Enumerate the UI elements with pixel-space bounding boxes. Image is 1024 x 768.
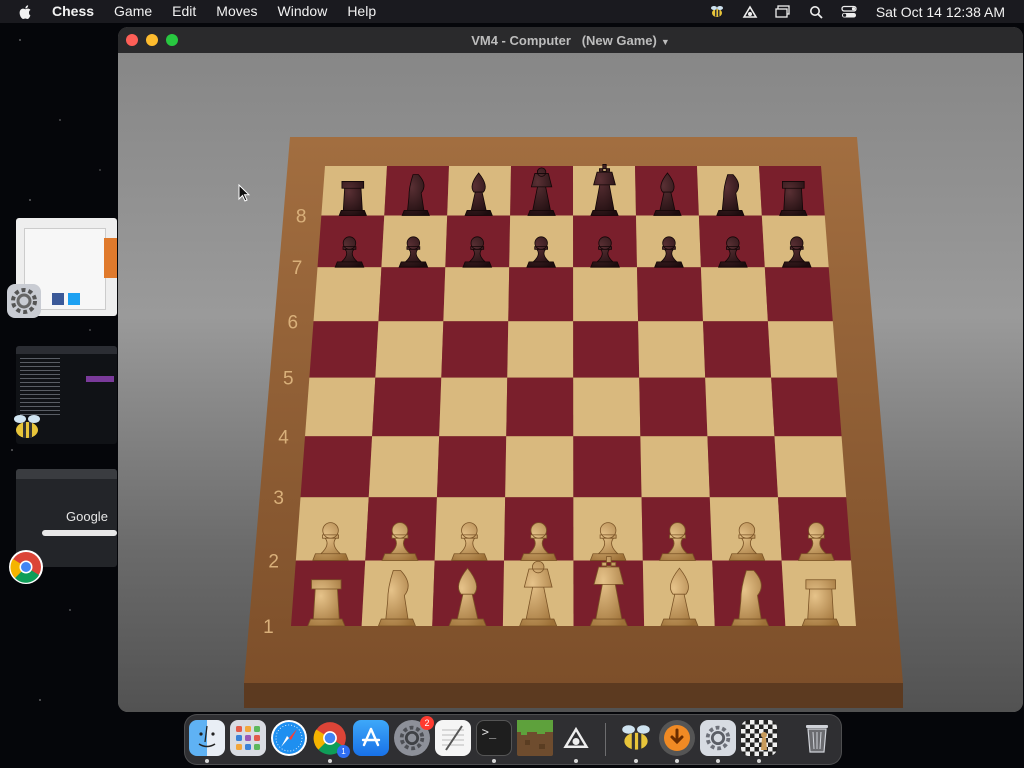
bee-icon[interactable] [618,720,654,756]
chrome-update-badge: 1 [337,745,350,758]
chevron-down-icon: ▼ [660,36,670,47]
download-icon[interactable] [659,720,695,756]
menu-game[interactable]: Game [114,0,152,23]
board-square-c5[interactable] [441,321,509,378]
dock-running-indicator [574,759,578,763]
chess-icon[interactable] [741,720,777,756]
minecraft-icon[interactable] [517,720,553,756]
board-square-c3[interactable] [436,436,507,498]
board-file-label: H [118,53,125,58]
board-rank-label: 7 [292,258,303,279]
gear-icon[interactable] [700,720,736,756]
settings-notification-badge: 2 [420,716,434,730]
board-square-h5[interactable] [767,321,838,378]
chrome-icon[interactable]: 1 [312,720,350,758]
board-square-c4[interactable] [439,377,508,437]
board-square-f4[interactable] [639,377,708,437]
menu-help[interactable]: Help [347,0,376,23]
board-square-d4[interactable] [506,377,574,437]
minimize-button[interactable] [146,34,158,46]
board-square-b3[interactable] [368,436,440,498]
app-store-icon[interactable] [353,720,389,756]
board-square-g5[interactable] [702,321,772,378]
board-square-e6[interactable] [573,267,639,322]
apple-icon[interactable] [18,4,34,20]
gear-icon[interactable]: 2 [394,716,434,756]
board-square-d3[interactable] [505,436,574,498]
menu-moves[interactable]: Moves [216,0,257,23]
menu-bar: Chess Game Edit Moves Window Help Sat Oc… [0,0,1024,23]
window-titlebar[interactable]: VM4 - Computer (New Game) ▼ [118,27,1023,53]
board-square-a4[interactable] [305,377,376,437]
vm-icon[interactable] [558,720,594,756]
board-rank-label: 8 [296,206,307,227]
control-center-icon[interactable] [841,5,857,19]
board-square-a6[interactable] [313,267,382,322]
board-square-b4[interactable] [372,377,442,437]
dock-running-indicator [492,759,496,763]
mouse-cursor-icon [238,184,250,202]
chess-window: VM4 - Computer (New Game) ▼ 8 7 6 5 4 3 … [118,27,1023,712]
menu-window[interactable]: Window [278,0,328,23]
board-square-c6[interactable] [443,267,510,322]
board-square-g4[interactable] [705,377,775,437]
trash-icon[interactable] [799,720,835,756]
board-frame-edge [244,683,903,708]
dock-running-indicator [634,759,638,763]
board-square-g6[interactable] [700,267,768,322]
chess-board[interactable]: ABCDEFGH87654321 [118,36,1023,712]
bee-icon[interactable] [709,5,725,19]
menu-clock[interactable]: Sat Oct 14 12:38 AM [876,4,1005,20]
board-square-e5[interactable] [573,321,640,378]
board-square-h4[interactable] [771,377,842,437]
board-square-e3[interactable] [573,436,642,498]
board-square-g3[interactable] [707,436,778,498]
dock-running-indicator [205,759,209,763]
finder-icon[interactable] [189,720,225,756]
launchpad-icon[interactable] [230,720,266,756]
dock-running-indicator [757,759,761,763]
board-square-e4[interactable] [573,377,641,437]
bee-icon[interactable] [10,410,44,444]
window-title-text: VM4 - Computer [471,32,571,48]
safari-icon[interactable] [271,720,307,756]
board-square-b5[interactable] [375,321,444,378]
board-square-a5[interactable] [309,321,379,378]
dock-running-indicator [675,759,679,763]
board-square-h6[interactable] [764,267,833,322]
board-square-f5[interactable] [638,321,706,378]
board-rank-label: 2 [268,551,279,572]
menu-edit[interactable]: Edit [172,0,196,23]
board-rank-label: 3 [273,488,284,509]
board-rank-label: 1 [263,617,274,638]
board-scene: ABCDEFGH87654321 [118,36,1023,712]
dock-separator [605,723,606,756]
dock-running-indicator [716,759,720,763]
board-square-f3[interactable] [640,436,710,498]
search-icon[interactable] [808,5,824,19]
google-logo-text: Google [66,509,108,524]
menu-app-chess[interactable]: Chess [52,0,94,23]
gear-icon[interactable] [7,284,41,318]
dock: 1 2 >_ [184,714,842,765]
window-title[interactable]: VM4 - Computer (New Game) ▼ [471,33,670,48]
close-button[interactable] [126,34,138,46]
board-square-a3[interactable] [300,436,373,498]
board-rank-label: 6 [287,312,298,333]
dock-running-indicator [328,759,332,763]
board-square-h3[interactable] [774,436,847,498]
window-subtitle: (New Game) [581,32,657,48]
terminal-icon[interactable]: >_ [476,720,512,756]
screen-mirror-icon[interactable] [775,4,791,19]
board-square-d5[interactable] [507,321,574,378]
maximize-button[interactable] [166,34,178,46]
chrome-icon[interactable] [9,550,43,584]
board-square-f6[interactable] [637,267,703,322]
board-rank-label: 5 [283,369,294,390]
board-square-d6[interactable] [508,267,574,322]
board-rank-label: 4 [278,427,289,448]
notes-icon[interactable] [435,720,471,756]
vm-icon[interactable] [742,4,758,19]
board-square-b6[interactable] [378,267,446,322]
